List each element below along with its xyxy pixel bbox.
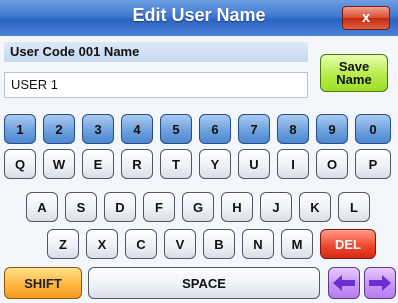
space-key[interactable]: SPACE: [88, 267, 320, 299]
key-i[interactable]: I: [277, 149, 309, 179]
key-p[interactable]: P: [355, 149, 391, 179]
key-z[interactable]: Z: [47, 229, 79, 259]
key-5[interactable]: 5: [160, 114, 192, 144]
key-x[interactable]: X: [86, 229, 118, 259]
save-label-line2: Name: [336, 72, 372, 87]
arrow-left-icon: [333, 275, 355, 291]
key-y[interactable]: Y: [199, 149, 231, 179]
key-o[interactable]: O: [316, 149, 348, 179]
key-v[interactable]: V: [164, 229, 196, 259]
arrow-right-icon: [369, 275, 391, 291]
key-3[interactable]: 3: [82, 114, 114, 144]
key-d[interactable]: D: [104, 192, 136, 222]
key-n[interactable]: N: [242, 229, 274, 259]
cursor-left-button[interactable]: [328, 267, 360, 299]
key-q[interactable]: Q: [4, 149, 36, 179]
key-6[interactable]: 6: [199, 114, 231, 144]
key-h[interactable]: H: [221, 192, 253, 222]
close-button[interactable]: x: [342, 6, 390, 30]
key-k[interactable]: K: [299, 192, 331, 222]
delete-key[interactable]: DEL: [320, 229, 376, 259]
key-l[interactable]: L: [338, 192, 370, 222]
key-b[interactable]: B: [203, 229, 235, 259]
field-label: User Code 001 Name: [4, 42, 308, 62]
key-1[interactable]: 1: [4, 114, 36, 144]
window-title: Edit User Name: [132, 5, 266, 25]
cursor-right-button[interactable]: [364, 267, 396, 299]
name-input[interactable]: USER 1: [4, 72, 308, 98]
shift-key[interactable]: SHIFT: [4, 267, 82, 299]
key-r[interactable]: R: [121, 149, 153, 179]
key-0[interactable]: 0: [355, 114, 391, 144]
key-9[interactable]: 9: [316, 114, 348, 144]
key-f[interactable]: F: [143, 192, 175, 222]
key-j[interactable]: J: [260, 192, 292, 222]
key-t[interactable]: T: [160, 149, 192, 179]
key-4[interactable]: 4: [121, 114, 153, 144]
key-m[interactable]: M: [281, 229, 313, 259]
save-name-button[interactable]: Save Name: [320, 54, 388, 92]
key-8[interactable]: 8: [277, 114, 309, 144]
key-w[interactable]: W: [43, 149, 75, 179]
key-s[interactable]: S: [65, 192, 97, 222]
title-bar: Edit User Name x: [0, 0, 398, 36]
key-c[interactable]: C: [125, 229, 157, 259]
key-7[interactable]: 7: [238, 114, 270, 144]
key-e[interactable]: E: [82, 149, 114, 179]
key-a[interactable]: A: [26, 192, 58, 222]
key-u[interactable]: U: [238, 149, 270, 179]
key-g[interactable]: G: [182, 192, 214, 222]
key-2[interactable]: 2: [43, 114, 75, 144]
